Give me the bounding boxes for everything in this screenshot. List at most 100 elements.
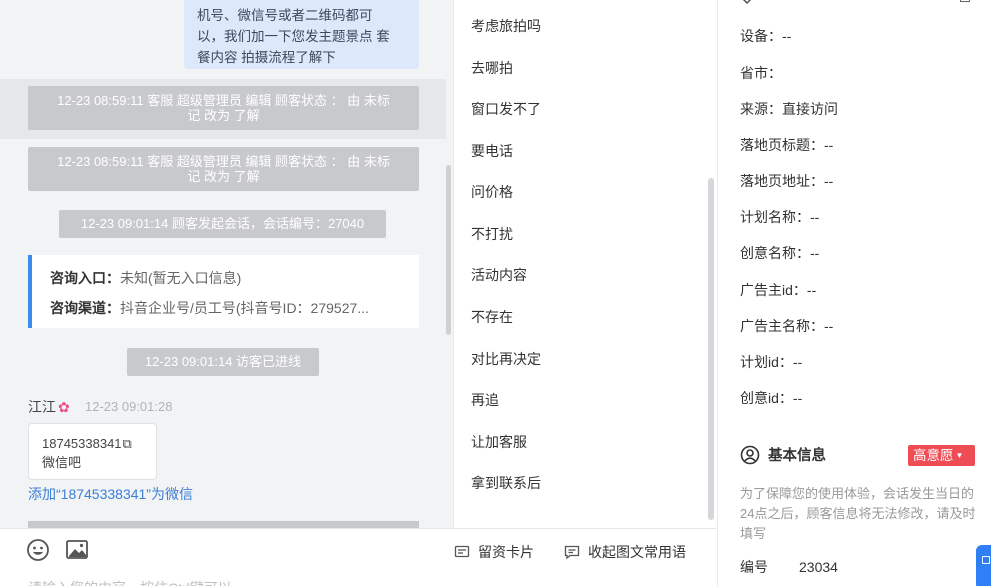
info-label: 落地页标题： [740, 137, 824, 153]
agent-message-line: 餐内容 拍摄流程了解下 [197, 50, 336, 65]
intent-dropdown[interactable]: 高意愿 ▼ [908, 445, 975, 466]
quick-reply-scrollbar[interactable] [708, 178, 714, 520]
customer-id-label: 编号 [740, 559, 768, 575]
info-value: -- [810, 245, 820, 261]
add-wechat-link[interactable]: 添加“18745338341”为微信 [28, 484, 193, 504]
info-field-region: 省市： [740, 62, 782, 84]
flower-icon: ✿ [58, 399, 70, 415]
message-input[interactable]: 请输入您的内容，按住Ctrl键可以… [28, 578, 246, 586]
quick-reply-item[interactable]: 去哪拍 [471, 57, 513, 79]
info-label: 广告主名称： [740, 318, 824, 334]
system-event: 12-23 08:59:11 客服 超级管理员 编辑 顾客状态 ： 由 未标 记… [28, 147, 419, 191]
consult-entry-row: 咨询入口：未知(暂无入口信息) [50, 263, 419, 293]
caret-down-icon: ▼ [955, 451, 964, 460]
info-field-advertiser-name: 广告主名称：-- [740, 315, 833, 337]
message-icon [564, 545, 580, 560]
quick-reply-item[interactable]: 不打扰 [471, 223, 513, 245]
copy-icon[interactable]: ⧉ [123, 434, 132, 453]
message-timestamp: 12-23 09:01:28 [85, 399, 173, 414]
quick-reply-item[interactable]: 再追 [471, 389, 499, 411]
quick-reply-item[interactable]: 考虑旅拍吗 [471, 15, 541, 37]
info-label: 创意id： [740, 390, 793, 406]
visitor-entered-event: 12-23 09:01:14 访客已进线 [127, 348, 319, 376]
emoji-icon[interactable] [26, 538, 50, 562]
system-event-line: 记 改为 了解 [187, 169, 260, 184]
info-value: 直接访问 [782, 101, 838, 117]
info-value: -- [806, 282, 817, 298]
basic-info-header: 基本信息 [740, 444, 826, 468]
consult-info-card: 咨询入口：未知(暂无入口信息) 咨询渠道：抖音企业号/员工号(抖音号ID：279… [28, 255, 419, 328]
system-event: 12-23 08:59:11 客服 超级管理员 编辑 顾客状态 ： 由 未标 记… [28, 86, 419, 130]
sender-name: 江江 [28, 399, 56, 415]
quick-reply-item[interactable]: 窗口发不了 [471, 98, 541, 120]
lead-card-label: 留资卡片 [478, 544, 534, 560]
customer-message: 18745338341⧉ 微信吧 [28, 423, 157, 480]
image-icon[interactable] [65, 538, 89, 562]
consult-channel-row: 咨询渠道：抖音企业号/员工号(抖音号ID：279527... [50, 293, 419, 323]
lead-card-button[interactable]: 留资卡片 [454, 541, 534, 563]
info-label: 落地页地址： [740, 173, 824, 189]
info-label: 创意名称： [740, 245, 810, 261]
info-value: -- [824, 318, 834, 334]
quick-reply-item[interactable]: 对比再决定 [471, 348, 541, 370]
customer-id-value: 23034 [799, 559, 838, 575]
consult-channel-label: 咨询渠道： [50, 300, 120, 316]
info-field-source: 来源：直接访问 [740, 98, 838, 120]
info-field-creative-name: 创意名称：-- [740, 242, 819, 264]
info-label: 计划名称： [740, 209, 810, 225]
tag-icon [742, 0, 752, 4]
info-field-plan-name: 计划名称：-- [740, 206, 819, 228]
quick-reply-item[interactable]: 让加客服 [471, 431, 527, 453]
agent-message-line: 以，我们加一下您发主题景点 套 [197, 29, 390, 44]
info-value: -- [824, 137, 834, 153]
agent-message-line: 机号、微信号或者二维码都可 [197, 8, 373, 23]
quick-reply-item[interactable]: 不存在 [471, 306, 513, 328]
info-field-creative-id: 创意id：-- [740, 387, 802, 409]
chat-panel: 机号、微信号或者二维码都可 以，我们加一下您发主题景点 套 餐内容 拍摄流程了解… [0, 0, 453, 528]
intent-label: 高意愿 [913, 448, 954, 463]
info-field-plan-id: 计划id：-- [740, 351, 802, 373]
session-start-event: 12-23 09:01:14 顾客发起会话，会话编号：27040 [59, 210, 386, 238]
info-label: 计划id： [740, 354, 793, 370]
info-field-device: 设备：-- [740, 25, 791, 47]
system-event [28, 521, 419, 528]
quick-reply-item[interactable]: 拿到联系后 [471, 472, 541, 494]
info-field-landing-url: 落地页地址：-- [740, 170, 833, 192]
window-icon [982, 556, 990, 564]
floating-side-tab[interactable] [976, 545, 991, 586]
info-label: 省市： [740, 65, 782, 81]
customer-info-panel: 设备：-- 省市： 来源：直接访问 落地页标题：-- 落地页地址：-- 计划名称… [717, 0, 991, 586]
collapse-phrases-button[interactable]: 收起图文常用语 [564, 541, 686, 563]
edit-icon[interactable] [960, 0, 970, 2]
user-circle-icon [740, 445, 760, 465]
customer-phone: 18745338341 [42, 436, 122, 451]
info-value: -- [792, 390, 803, 406]
chat-scrollbar[interactable] [446, 165, 451, 335]
sender-info: 江江 ✿ [28, 397, 70, 417]
customer-message-phone-row: 18745338341⧉ [42, 434, 156, 453]
info-value: -- [824, 173, 834, 189]
collapse-phrases-label: 收起图文常用语 [588, 544, 686, 560]
info-value: -- [810, 209, 820, 225]
info-label: 广告主id： [740, 282, 807, 298]
consult-channel-value: 抖音企业号/员工号(抖音号ID：279527... [120, 300, 369, 316]
quick-reply-item[interactable]: 问价格 [471, 181, 513, 203]
customer-message-text: 微信吧 [42, 455, 82, 470]
card-icon [454, 545, 470, 558]
system-event-line: 12-23 08:59:11 客服 超级管理员 编辑 顾客状态 ： 由 未标 [57, 154, 390, 169]
consult-entry-label: 咨询入口： [50, 270, 120, 286]
info-field-landing-title: 落地页标题：-- [740, 134, 833, 156]
info-label: 来源： [740, 101, 782, 117]
consult-entry-value: 未知(暂无入口信息) [120, 270, 242, 286]
info-value: -- [792, 354, 803, 370]
system-event-line: 12-23 08:59:11 客服 超级管理员 编辑 顾客状态 ： 由 未标 [57, 93, 390, 108]
system-event-line: 记 改为 了解 [187, 108, 260, 123]
info-field-advertiser-id: 广告主id：-- [740, 279, 816, 301]
quick-reply-item[interactable]: 活动内容 [471, 264, 527, 286]
info-label: 设备： [740, 28, 782, 44]
edit-deadline-notice: 为了保障您的使用体验，会话发生当日的24点之后，顾客信息将无法修改，请及时填写 [740, 486, 976, 541]
info-value: -- [782, 28, 792, 44]
quick-reply-item[interactable]: 要电话 [471, 140, 513, 162]
basic-info-title: 基本信息 [768, 448, 826, 464]
agent-message-bubble: 机号、微信号或者二维码都可 以，我们加一下您发主题景点 套 餐内容 拍摄流程了解… [184, 0, 419, 69]
